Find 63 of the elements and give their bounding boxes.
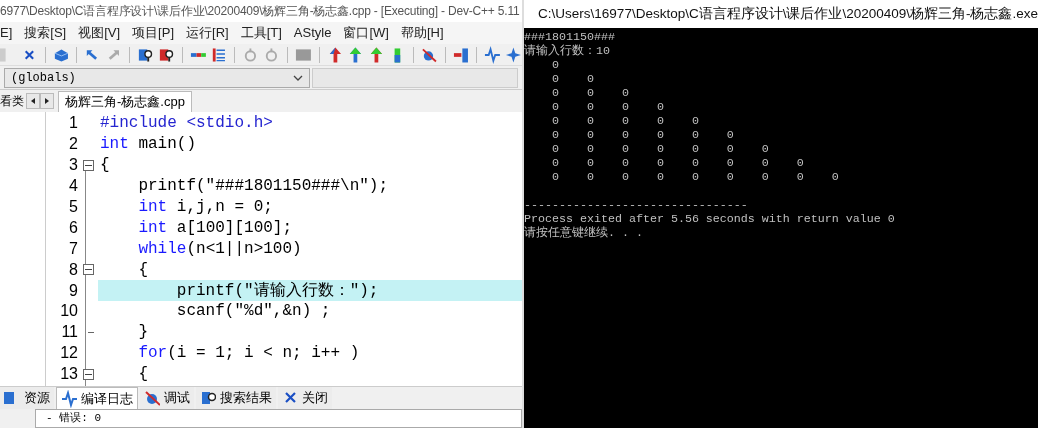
menu-item[interactable]: 帮助[H] [400,23,444,43]
line-number: 8 [68,259,78,280]
panel-tab[interactable]: 编译日志 [56,387,138,409]
exit-icon[interactable] [452,45,470,64]
console-line: 请按任意键继续. . . [524,226,644,240]
chevron-down-icon [293,74,303,81]
page-magnifier-icon [200,389,216,407]
console-line: 0 0 0 0 0 0 [550,128,735,142]
line-number: 6 [68,217,78,238]
line-number: 10 [59,301,78,322]
console-line: ###1801150### [524,30,616,44]
panel-tab[interactable]: 搜索结果 [196,387,276,409]
line-number: 9 [68,280,78,301]
menu-item[interactable]: 搜索[S] [24,23,67,43]
side-panel-tab[interactable]: 看类 [0,92,24,110]
console-line: 0 0 [550,72,595,86]
list-icon[interactable] [210,45,228,64]
console-line: 0 0 0 0 0 0 0 [550,142,770,156]
menu-item[interactable]: 窗口[W] [343,23,389,43]
menu-item[interactable]: 项目[P] [132,23,174,43]
window-title: 6977\Desktop\C语言程序设计\课后作业\20200409\杨辉三角-杨志鑫.cpp - [Executing] - Dev-C++ 5.11 [0,0,522,22]
console-line: 0 0 0 [550,86,630,100]
fold-toggle[interactable] [82,368,94,380]
panel-tab[interactable]: 资源 [0,387,54,409]
console-line: 请输入行数：10 [524,44,611,58]
wave-icon[interactable] [484,45,502,64]
scroll-left-button[interactable] [26,93,40,109]
up-arrow-icon[interactable] [368,45,385,64]
fold-toggle[interactable] [82,264,94,276]
menu-item[interactable]: E] [0,23,13,43]
console-line: 0 0 0 0 [550,100,665,114]
menu-item[interactable]: 工具[T] [240,23,282,43]
fold-toggle[interactable] [82,159,94,171]
bug-icon [144,389,160,407]
menu-item[interactable]: 运行[R] [186,23,229,43]
right-triangle-icon [45,98,49,104]
menu-item[interactable]: 视图[V] [78,23,121,43]
panel-tab[interactable]: 调试 [140,387,194,409]
left-triangle-icon [31,98,35,104]
separator-line: -------------------------------- [524,198,749,212]
scroll-right-button[interactable] [40,93,54,109]
line-number: 5 [68,197,78,217]
line-number: 4 [68,176,78,197]
console-line: 0 0 0 0 0 0 0 0 [550,156,805,170]
line-number: 12 [59,343,78,364]
console-title: C:\Users\16977\Desktop\C语言程序设计\课后作业\20200409\杨辉三角-杨志鑫.exe [538,4,1038,23]
console-line: 0 [550,58,560,72]
line-number: 11 [60,322,78,343]
console-line: 0 0 0 0 0 [550,114,700,128]
line-number: 7 [68,238,78,259]
star-icon[interactable] [505,45,522,64]
console-line: Process exited after 5.56 seconds with return value 0 [524,212,896,226]
scope-dropdown[interactable]: (globals) [4,67,310,88]
line-number: 1 [68,113,78,134]
menu-item[interactable]: AStyle [293,23,332,43]
log-line: - 错误: 0 [46,411,102,426]
console-line: 0 0 0 0 0 0 0 0 0 [550,170,840,184]
line-number: 3 [68,155,78,176]
line-number: 2 [68,134,78,155]
file-tab[interactable]: 杨辉三角-杨志鑫.cpp [58,91,192,112]
panel-tab[interactable]: 关闭 [278,387,332,409]
wave-icon [61,389,77,408]
line-number: 13 [59,364,78,385]
